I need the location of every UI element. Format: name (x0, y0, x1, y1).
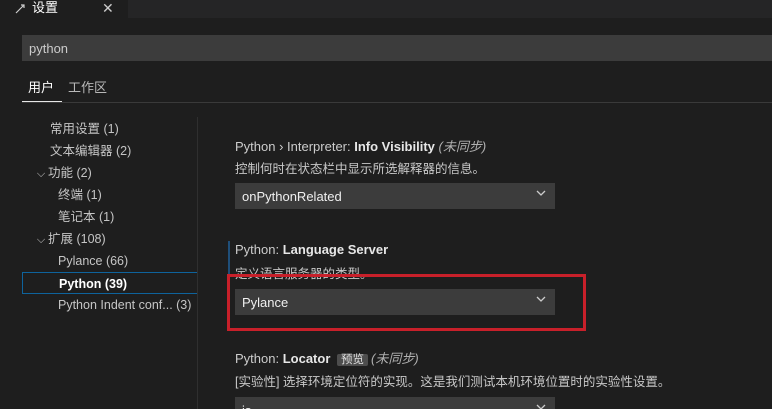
toc-item-label: 文本编辑器 (2) (50, 144, 132, 158)
toc-item-label: Python (39) (59, 277, 128, 291)
locator-select[interactable]: js (235, 397, 555, 409)
setting-key: Info Visibility (354, 139, 435, 154)
toc-item-label: Python Indent conf... (3) (58, 298, 192, 312)
toc-item-common[interactable]: 常用设置 (1) (22, 118, 198, 140)
toc-item-python-indent[interactable]: Python Indent conf... (3) (22, 294, 198, 316)
toc-item-notebook[interactable]: 笔记本 (1) (22, 206, 198, 228)
toc-item-python[interactable]: Python (39) (22, 272, 198, 294)
select-value: js (242, 403, 251, 409)
preview-badge: 预览 (337, 354, 368, 366)
setting-title: Python › Interpreter: Info Visibility (未… (235, 136, 486, 155)
toc-item-text-editor[interactable]: 文本编辑器 (2) (22, 140, 198, 162)
setting-key: Language Server (282, 242, 389, 257)
info-visibility-select[interactable]: onPythonRelated (235, 183, 555, 209)
settings-toc: 常用设置 (1) 文本编辑器 (2) ⌵ 功能 (2) 终端 (1) 笔记本 (1… (22, 118, 198, 316)
setting-key: Locator (282, 351, 331, 366)
setting-description: 定义语言服务器的类型。 (235, 267, 373, 281)
settings-list: Python › Interpreter: Info Visibility (未… (199, 117, 772, 409)
setting-description: [实验性] 选择环境定位符的实现。这是我们测试本机环境位置时的实验性设置。 (235, 375, 671, 389)
setting-title: Python: Language Server (235, 242, 388, 257)
toc-item-label: 笔记本 (1) (58, 210, 115, 224)
toc-item-label: 扩展 (108) (48, 232, 106, 246)
chevron-down-icon (536, 404, 546, 409)
toc-item-extensions[interactable]: ⌵ 扩展 (108) (22, 228, 198, 250)
setting-category: Python › Interpreter: (235, 139, 355, 154)
toc-item-terminal[interactable]: 终端 (1) (22, 184, 198, 206)
tab-workspace[interactable]: 工作区 (62, 72, 115, 102)
sync-note: (未同步) (438, 139, 487, 154)
search-value: python (29, 40, 69, 56)
setting-description: 控制何时在状态栏中显示所选解释器的信息。 (235, 162, 486, 176)
language-server-select[interactable]: Pylance (235, 289, 555, 315)
toc-item-label: 常用设置 (1) (50, 122, 119, 136)
toc-sash[interactable] (197, 117, 198, 409)
sync-note: (未同步) (371, 351, 419, 366)
toc-item-label: Pylance (66) (58, 254, 129, 268)
toc-item-label: 终端 (1) (58, 188, 102, 202)
chevron-down-icon: ⌵ (36, 168, 46, 180)
tab-user[interactable]: 用户 (22, 72, 63, 102)
setting-category: Python: (235, 351, 283, 366)
select-value: onPythonRelated (242, 188, 342, 204)
editor-tab-bar: 设置 ✕ (0, 0, 772, 18)
setting-focus-indicator (228, 241, 230, 277)
chevron-down-icon (536, 190, 546, 196)
settings-tab[interactable]: 设置 ✕ (0, 0, 128, 18)
select-value: Pylance (242, 294, 289, 310)
settings-file-icon (14, 3, 26, 15)
toc-item-label: 功能 (2) (48, 166, 92, 180)
chevron-down-icon (536, 296, 546, 302)
toc-item-features[interactable]: ⌵ 功能 (2) (22, 162, 198, 184)
settings-search-input[interactable]: python (22, 35, 772, 61)
close-icon[interactable]: ✕ (102, 0, 114, 17)
header-divider (22, 102, 772, 103)
setting-title: Python: Locator 预览 (未同步) (235, 348, 419, 367)
settings-tab-label: 设置 (32, 0, 59, 15)
setting-category: Python: (235, 242, 283, 257)
settings-scope-tabs: 用户 工作区 (22, 72, 115, 102)
chevron-down-icon: ⌵ (36, 234, 46, 246)
toc-item-pylance[interactable]: Pylance (66) (22, 250, 198, 272)
